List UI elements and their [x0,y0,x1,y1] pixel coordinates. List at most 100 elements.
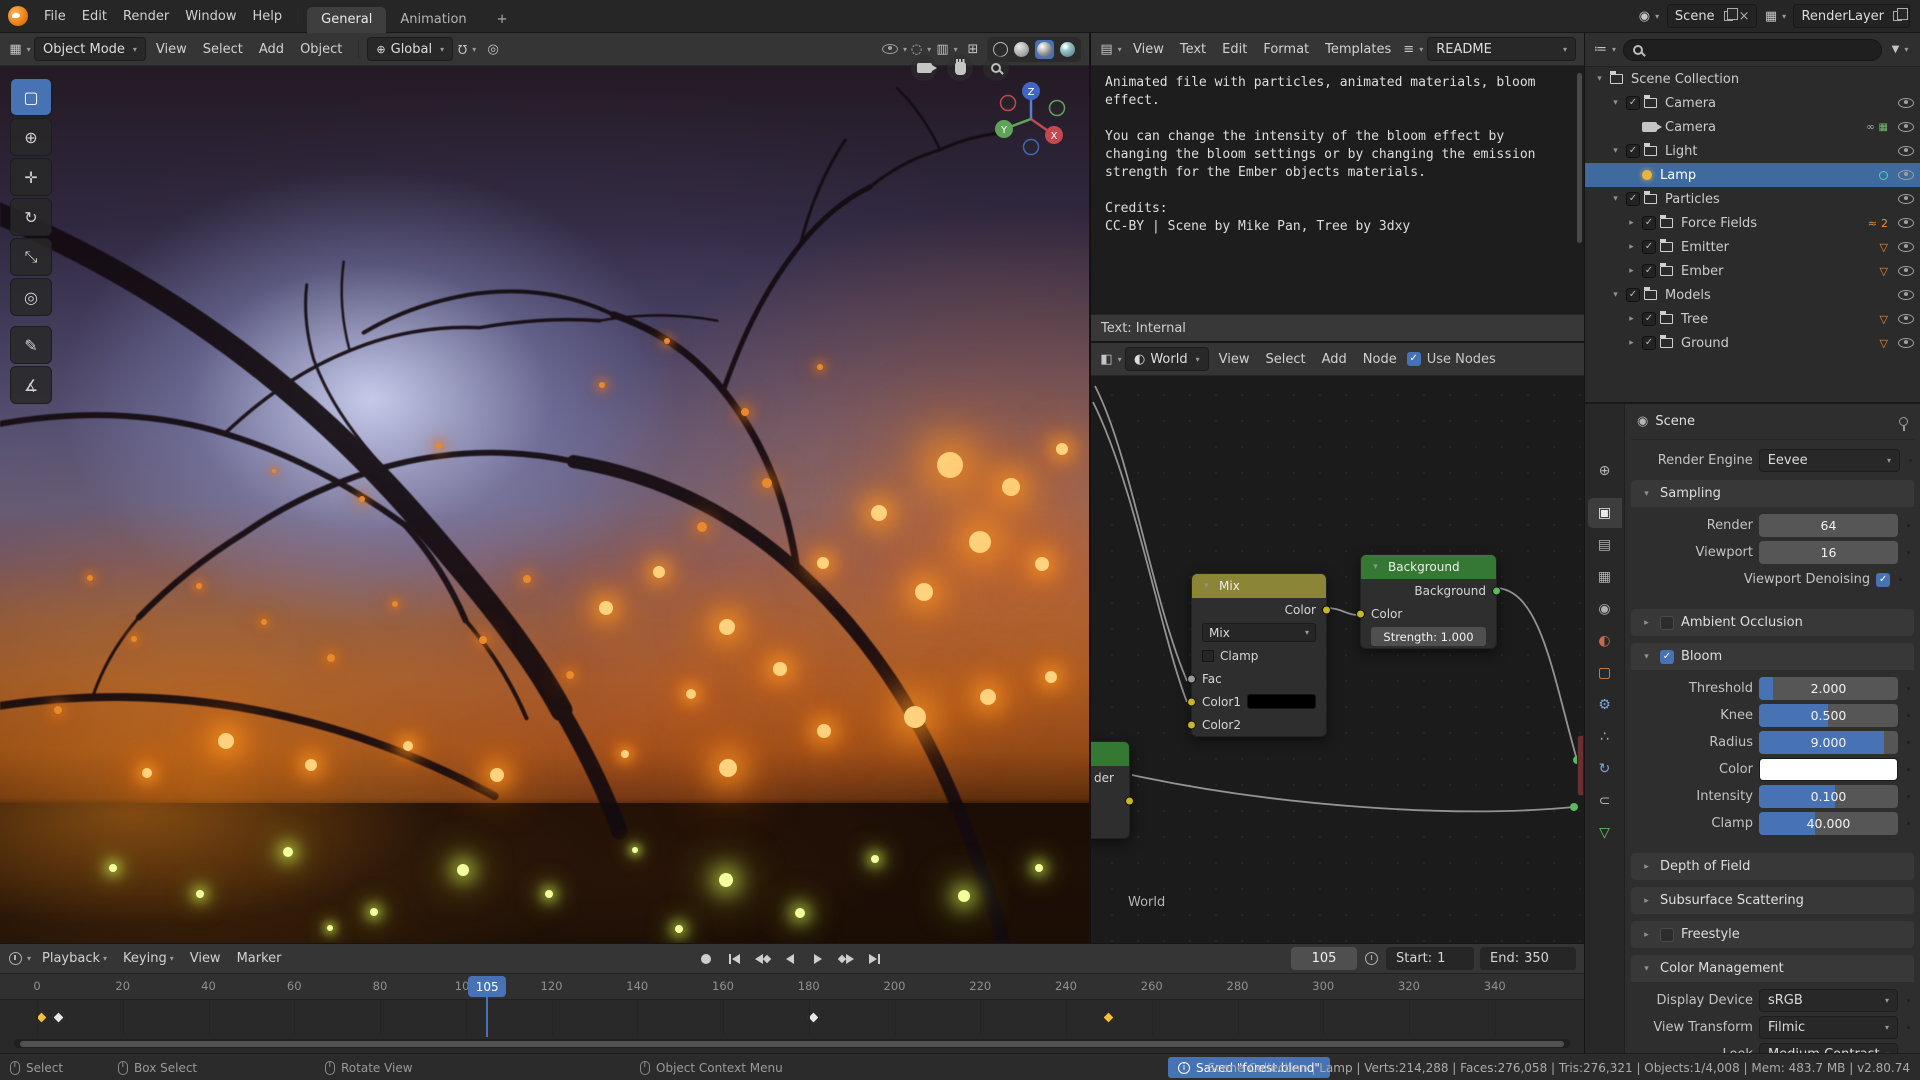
menu-render[interactable]: Render [115,9,177,24]
expander-icon[interactable]: ▸ [1625,266,1638,276]
current-frame-line[interactable] [486,996,488,1037]
number-field-render[interactable]: 64 [1759,514,1898,537]
color2-input-socket[interactable] [1187,720,1196,729]
panel-header-color-management[interactable]: ▾Color Management [1631,955,1914,982]
properties-tab-render[interactable]: ▣ [1588,498,1622,528]
properties-editor[interactable]: ⊕▣▤▦◉◐▢⚙∴↻⊂▽ ◉ Scene Render Engine Eevee… [1584,404,1920,1053]
properties-tab-particles[interactable]: ∴ [1588,722,1622,752]
freestyle-checkbox[interactable] [1660,928,1674,942]
record-button[interactable] [693,948,719,970]
viewport-menu-object[interactable]: Object [292,42,350,57]
select-box-tool[interactable]: ▢ [10,78,52,116]
checkbox-viewport-denoising[interactable]: ✓ [1876,573,1890,587]
timeline-menu-marker[interactable]: Marker [229,951,290,966]
visibility-eye-icon[interactable] [1898,218,1914,228]
scene-browse-button[interactable]: ◉▾ [1637,4,1661,28]
outliner-row-scene-collection[interactable]: ▾Scene Collection [1585,67,1920,91]
add-workspace-button[interactable]: + [483,7,522,33]
outliner[interactable]: ≔▾ ▼▾ ▾Scene Collection▾✓CameraCamera∞▦▾… [1584,33,1920,404]
shader-menu-view[interactable]: View [1211,352,1258,367]
keyframe-track[interactable] [0,1000,1584,1036]
unlink-scene-icon[interactable]: × [1739,9,1750,24]
outliner-row-ground[interactable]: ▸✓Ground▽ [1585,331,1920,355]
dropdown-display-device[interactable]: sRGB▾ [1759,989,1898,1012]
keyframe-diamond[interactable] [1103,1011,1116,1024]
workspace-tab-animation[interactable]: Animation [386,7,480,33]
expander-icon[interactable]: ▾ [1609,290,1622,300]
shader-menu-add[interactable]: Add [1314,352,1355,367]
panel-header-depth-of-field[interactable]: ▸Depth of Field [1631,853,1914,880]
clamp-checkbox[interactable] [1202,650,1214,662]
outliner-row-ember[interactable]: ▸✓Ember▽ [1585,259,1920,283]
collection-checkbox[interactable]: ✓ [1642,216,1656,230]
editor-type-button[interactable]: ▤▾ [1099,37,1123,61]
color1-swatch[interactable] [1247,694,1316,709]
timeline-menu-playback[interactable]: Playback▾ [34,951,115,966]
clipped-output-socket[interactable] [1125,797,1134,806]
current-frame-badge[interactable]: 105 [468,976,506,997]
editor-type-button[interactable]: ◧▾ [1099,347,1123,371]
timeline-ruler[interactable]: 0204060801001201401601802002202402602803… [0,974,1584,1000]
collection-checkbox[interactable]: ✓ [1642,336,1656,350]
zoom-view-button[interactable] [983,55,1009,81]
jump-end-button[interactable] [861,948,887,970]
visibility-eye-icon[interactable] [1898,242,1914,252]
blender-logo-icon[interactable] [8,6,28,26]
background-output-socket[interactable] [1492,586,1501,595]
properties-tab-view-layer[interactable]: ▦ [1588,562,1622,592]
viewport-menu-add[interactable]: Add [251,42,292,57]
frame-end-field[interactable]: End:350 [1480,947,1576,970]
text-browse-button[interactable]: ≡▾ [1401,37,1425,61]
menu-file[interactable]: File [36,9,74,24]
scrollbar-thumb[interactable] [20,1041,1564,1047]
shader-editor[interactable]: ◧▾ ◐World▾ ViewSelectAddNode ✓ Use Nodes [1090,343,1584,943]
proportional-edit-toggle[interactable]: ◎ [481,37,505,61]
visibility-eye-icon[interactable] [1898,146,1914,156]
slider-field-clamp[interactable]: 40.000 [1759,812,1898,835]
play-reverse-button[interactable] [777,948,803,970]
panel-header-subsurface-scattering[interactable]: ▸Subsurface Scattering [1631,887,1914,914]
menu-help[interactable]: Help [245,9,291,24]
editor-type-button[interactable]: ≔▾ [1593,38,1617,62]
world-output-node-clipped[interactable] [1577,735,1584,796]
panel-header-sampling[interactable]: ▾Sampling [1631,480,1914,507]
bloom-checkbox[interactable]: ✓ [1660,650,1674,664]
outliner-row-camera[interactable]: ▾✓Camera [1585,91,1920,115]
properties-tab-modifiers[interactable]: ⚙ [1588,690,1622,720]
orientation-dropdown[interactable]: ⊕Global▾ [367,37,453,61]
preview-range-icon[interactable] [1365,952,1378,965]
jump-start-button[interactable] [721,948,747,970]
transform-tool[interactable]: ◎ [10,278,52,316]
snap-toggle[interactable]: Ω▾ [455,37,479,61]
timeline-scrollbar[interactable] [14,1039,1570,1048]
editor-type-button[interactable]: ▦▾ [8,37,32,61]
open-text-dropdown[interactable]: README▾ [1427,37,1576,61]
slider-field-radius[interactable]: 9.000 [1759,731,1898,754]
menu-edit[interactable]: Edit [74,9,115,24]
render-preview[interactable] [0,66,1089,943]
panel-header-freestyle[interactable]: ▸Freestyle [1631,921,1914,948]
expander-icon[interactable]: ▸ [1625,338,1638,348]
annotate-tool[interactable]: ✎ [10,326,52,364]
node-canvas[interactable]: ▾Mix Color Mix▾ Clamp Fac Color1 Color2 … [1091,376,1584,943]
number-field-viewport[interactable]: 16 [1759,541,1898,564]
visibility-eye-icon[interactable] [1898,170,1914,180]
properties-tab-world[interactable]: ◐ [1588,626,1622,656]
outliner-row-force-fields[interactable]: ▸✓Force Fields≈2 [1585,211,1920,235]
visibility-eye-icon[interactable] [1898,98,1914,108]
outliner-row-camera[interactable]: Camera∞▦ [1585,115,1920,139]
expander-icon[interactable]: ▾ [1609,146,1622,156]
text-menu-edit[interactable]: Edit [1214,42,1255,57]
outliner-row-emitter[interactable]: ▸✓Emitter▽ [1585,235,1920,259]
color1-input-socket[interactable] [1187,697,1196,706]
render-layer-field[interactable]: RenderLayer [1793,4,1910,28]
color-swatch-color[interactable] [1759,758,1898,781]
clipped-node[interactable]: der [1091,741,1130,839]
expander-icon[interactable]: ▾ [1593,74,1606,84]
properties-tab-tool[interactable]: ⊕ [1588,456,1622,486]
keyframe-diamond[interactable] [52,1011,65,1024]
outliner-search-input[interactable] [1623,39,1882,61]
3d-viewport[interactable]: ▦▾ Object Mode▾ ViewSelectAddObject ⊕Glo… [0,33,1090,943]
shader-type-dropdown[interactable]: ◐World▾ [1125,347,1209,371]
dropdown-look[interactable]: Medium Contrast▾ [1759,1043,1898,1053]
